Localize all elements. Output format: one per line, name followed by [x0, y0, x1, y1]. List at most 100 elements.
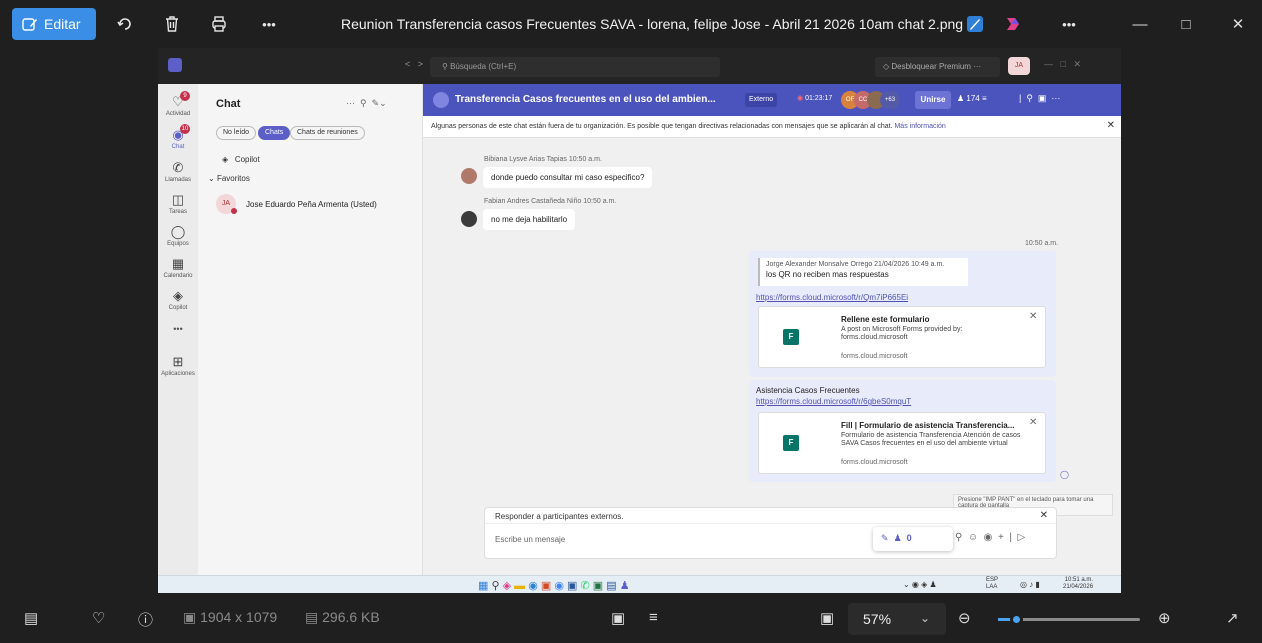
contact-name: Jose Eduardo Peña Armenta (Usted): [246, 200, 377, 209]
rail-more[interactable]: •••: [158, 324, 198, 334]
edit-button[interactable]: Editar: [12, 8, 96, 40]
delete-button[interactable]: [157, 8, 187, 40]
copilot-button[interactable]: [1000, 8, 1026, 40]
text-scan-icon: ≡: [649, 609, 658, 626]
back-forward-icon[interactable]: < >: [405, 59, 423, 69]
card-domain: forms.cloud.microsoft: [841, 353, 908, 360]
system-tray-icons[interactable]: ⌄ ◉ ◈ ♟: [903, 580, 937, 589]
notice-link[interactable]: Más información: [894, 123, 945, 130]
people-icon: ♟: [957, 94, 965, 103]
sender-avatar[interactable]: [461, 211, 477, 227]
print-button[interactable]: [204, 8, 234, 40]
zoom-dropdown[interactable]: 57% ⌄: [848, 603, 946, 635]
zoom-out-button[interactable]: ⊖: [958, 609, 971, 627]
link-preview-card[interactable]: F Fill | Formulario de asistencia Transf…: [758, 412, 1046, 474]
filter-chats[interactable]: Chats: [258, 126, 291, 140]
dismiss-icon[interactable]: ✕: [1107, 120, 1115, 131]
rail-calendario[interactable]: ▦ Calendario: [158, 256, 198, 279]
search-input[interactable]: ⚲ Búsqueda (Ctrl+E): [430, 57, 720, 77]
message-bubble[interactable]: no me deja habilitarlo: [483, 209, 576, 230]
fullscreen-button[interactable]: ↗: [1226, 609, 1239, 627]
rail-copilot[interactable]: ◈ Copilot: [158, 288, 198, 311]
rail-equipos[interactable]: ◯ Equipos: [158, 224, 198, 247]
chat-list-actions[interactable]: ··· ⚲ ✎⌄: [346, 98, 387, 109]
taskbar-apps[interactable]: ▦ ⚲ ◈ ▬ ◉ ▣ ◉ ▣ ✆ ▣ ▤ ♟: [478, 579, 630, 592]
filmstrip-button[interactable]: ▤: [24, 609, 38, 627]
text-recognition-button[interactable]: ≡: [649, 609, 658, 626]
edge-icon: ◉: [528, 580, 538, 592]
search-placeholder: Búsqueda (Ctrl+E): [450, 62, 517, 71]
app-rail: ♡ Actividad 9 ◉ Chat 10 ✆ Llamadas ◫ Tareas ◯ E…: [158, 84, 198, 575]
header-actions[interactable]: | ⚲ ▣ ···: [1019, 93, 1060, 104]
zoom-slider-thumb[interactable]: [1010, 613, 1023, 626]
zoom-in-button[interactable]: ⊕: [1158, 609, 1171, 627]
my-message-1[interactable]: Jorge Alexander Monsalve Orrego 21/04/20…: [749, 251, 1056, 377]
message-bubble[interactable]: donde puedo consultar mi caso especifico…: [483, 167, 653, 188]
teams-window-controls[interactable]: — □ ✕: [1044, 59, 1081, 70]
compose-actions[interactable]: ⚲ ☺ ◉ + | ▷: [955, 532, 1025, 543]
link-preview-card[interactable]: F Rellene este formulario A post on Micr…: [758, 306, 1046, 368]
conversation-title[interactable]: Transferencia Casos frecuentes en el uso…: [455, 94, 716, 105]
clock[interactable]: 10:51 a.m. 21/04/2026: [1063, 577, 1093, 591]
filmstrip-icon: ▤: [24, 610, 39, 627]
quote-text: los QR no reciben mas respuestas: [766, 270, 889, 279]
card-close-icon[interactable]: ✕: [1029, 417, 1037, 428]
copilot-item[interactable]: ◈ Copilot: [222, 155, 260, 164]
info-button[interactable]: ⓘ: [138, 609, 153, 630]
rail-actividad[interactable]: ♡ Actividad 9: [158, 91, 198, 117]
forms-link[interactable]: https://forms.cloud.microsoft/r/Qm7iP665…: [756, 293, 908, 302]
apps-icon: ⊞: [172, 354, 184, 369]
plus-icon: +: [997, 532, 1004, 543]
favorite-button[interactable]: ♡: [92, 609, 105, 627]
rotate-button[interactable]: [110, 8, 140, 40]
copilot-icon: [1007, 18, 1019, 30]
edit-image-icon: [22, 18, 37, 31]
fullscreen-icon: ↗: [1226, 610, 1239, 627]
rail-aplicaciones[interactable]: ⊞ Aplicaciones: [158, 354, 198, 377]
zoom-slider[interactable]: [998, 613, 1140, 626]
close-icon[interactable]: ✕: [1040, 510, 1048, 521]
paint-app-button[interactable]: [962, 8, 988, 40]
minimize-button[interactable]: —: [1120, 8, 1160, 40]
maximize-button[interactable]: □: [1166, 8, 1206, 40]
participants-count[interactable]: ♟ 174 ≡: [957, 94, 987, 103]
me-avatar[interactable]: JA: [1008, 57, 1030, 75]
viewer-statusbar: ▤ ♡ ⓘ ▣ 1904 x 1079 ▤ 296.6 KB ▣ ≡ ▣ 57%…: [0, 595, 1262, 643]
message-sender: Fabian Andres Castañeda Niño 10:50 a.m.: [484, 198, 617, 205]
forms-icon: F: [783, 329, 799, 345]
chevron-down-icon: ⌄: [920, 611, 931, 625]
teams-titlebar: < > ⚲ Búsqueda (Ctrl+E) ◇ Desbloquear Pr…: [158, 48, 1121, 84]
close-button[interactable]: ✕: [1218, 8, 1258, 40]
filter-chats-reuniones[interactable]: Chats de reuniones: [290, 126, 365, 140]
favoritos-group[interactable]: ⌄ Favoritos: [208, 174, 250, 183]
quoted-message[interactable]: Jorge Alexander Monsalve Orrego 21/04/20…: [758, 258, 968, 286]
copilot-icon: ◈: [222, 155, 235, 164]
teams-logo-icon: [168, 58, 182, 72]
wifi-volume-battery-icon[interactable]: ◎ ♪ ▮: [1020, 580, 1040, 589]
chevron-down-icon: ⌄: [208, 174, 217, 183]
card-desc: forms.cloud.microsoft: [841, 334, 908, 341]
rail-llamadas[interactable]: ✆ Llamadas: [158, 160, 198, 183]
language-indicator[interactable]: ESP LAA: [986, 577, 998, 591]
message-input[interactable]: Escribe un mensaje: [495, 535, 565, 544]
external-notice: Algunas personas de este chat están fuer…: [423, 116, 1121, 138]
activity-badge: 9: [180, 91, 190, 101]
visual-search-button[interactable]: ▣: [611, 609, 625, 627]
rail-chat[interactable]: ◉ Chat 10: [158, 124, 198, 150]
zoom-value: 57%: [863, 611, 892, 627]
copilot-tools[interactable]: ✎ ♟ 0: [873, 527, 953, 551]
info-icon: ⓘ: [138, 612, 154, 629]
unlock-premium-button[interactable]: ◇ Desbloquear Premium ···: [875, 57, 1000, 77]
actual-size-button[interactable]: ▣: [820, 609, 834, 627]
more-participants-badge: +63: [880, 91, 900, 109]
join-button[interactable]: Unirse: [915, 91, 951, 109]
forms-link[interactable]: https://forms.cloud.microsoft/r/6gbeS0mq…: [756, 397, 911, 406]
chat-item-contact[interactable]: JA Jose Eduardo Peña Armenta (Usted): [216, 194, 416, 216]
rail-tareas[interactable]: ◫ Tareas: [158, 192, 198, 215]
my-message-2[interactable]: Asistencia Casos Frecuentes https://form…: [749, 380, 1056, 482]
more-apps-button[interactable]: •••: [1054, 8, 1084, 40]
more-options-button[interactable]: •••: [254, 8, 284, 40]
sender-avatar[interactable]: [461, 168, 477, 184]
card-close-icon[interactable]: ✕: [1029, 311, 1037, 322]
filter-no-leido[interactable]: No leído: [216, 126, 257, 140]
